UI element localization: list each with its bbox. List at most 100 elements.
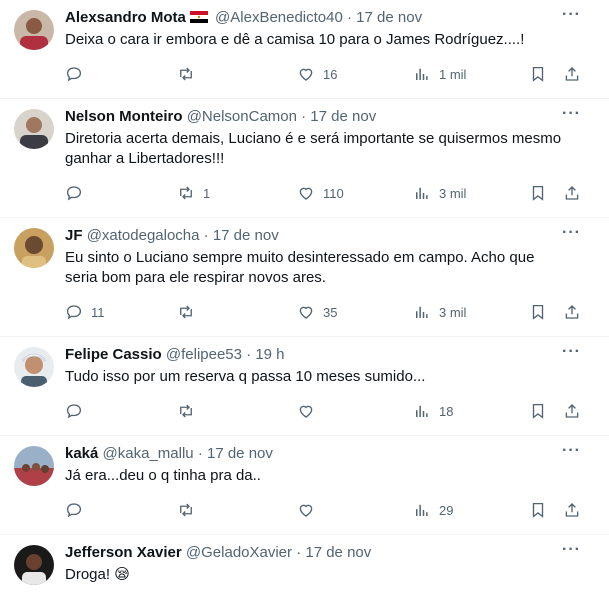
handle[interactable]: @AlexBenedicto40 <box>215 9 343 26</box>
reply-button[interactable]: 11 <box>65 302 105 322</box>
display-name[interactable]: Jefferson Xavier <box>65 544 182 561</box>
retweet-button[interactable]: 1 <box>177 183 210 203</box>
tweet-actions: 11 35 3 mil <box>65 302 581 322</box>
avatar[interactable] <box>14 10 54 50</box>
tweet-text: Droga! 😪 <box>65 566 130 583</box>
tweet-text: Eu sinto o Luciano sempre muito desinter… <box>65 249 535 286</box>
timestamp[interactable]: · 17 de nov <box>347 9 422 26</box>
tweet[interactable]: Jefferson Xavier @GeladoXavier · 17 de n… <box>0 535 609 594</box>
reply-button[interactable] <box>65 183 91 203</box>
heart-icon <box>299 306 313 319</box>
handle[interactable]: @felipee53 <box>166 346 242 363</box>
timestamp[interactable]: · 17 de nov <box>301 108 376 125</box>
like-button[interactable] <box>297 500 323 520</box>
bookmark-button[interactable] <box>529 64 547 84</box>
display-name[interactable]: Nelson Monteiro <box>65 108 183 125</box>
more-options-icon[interactable]: ··· <box>562 6 581 24</box>
share-button[interactable] <box>563 302 581 322</box>
more-options-icon[interactable]: ··· <box>562 343 581 361</box>
retweet-icon <box>180 186 192 200</box>
tweet[interactable]: JF @xatodegalocha · 17 de nov ··· Eu sin… <box>0 218 609 337</box>
retweet-count: 1 <box>203 185 211 201</box>
retweet-icon <box>180 67 192 81</box>
tweet-actions: 29 <box>65 500 581 520</box>
like-button[interactable]: 35 <box>297 302 337 322</box>
views-icon <box>416 306 428 318</box>
retweet-button[interactable] <box>177 302 203 322</box>
share-icon <box>565 503 579 517</box>
views-icon <box>416 405 428 417</box>
like-button[interactable]: 16 <box>297 64 337 84</box>
handle[interactable]: @xatodegalocha <box>87 227 200 244</box>
avatar[interactable] <box>14 228 54 268</box>
reply-button[interactable] <box>65 401 91 421</box>
views-button[interactable]: 3 mil <box>413 183 466 203</box>
handle[interactable]: @NelsonCamon <box>187 108 297 125</box>
more-options-icon[interactable]: ··· <box>562 541 581 559</box>
reply-feed: Alexsandro Mota @AlexBenedicto40 · 17 de… <box>0 0 609 594</box>
heart-icon <box>299 504 313 517</box>
timestamp[interactable]: · 17 de nov <box>204 227 279 244</box>
tweet[interactable]: Felipe Cassio @felipee53 · 19 h ··· Tudo… <box>0 337 609 436</box>
tweet[interactable]: kaká @kaka_mallu · 17 de nov ··· Já era.… <box>0 436 609 535</box>
more-options-icon[interactable]: ··· <box>562 442 581 460</box>
views-button[interactable]: 3 mil <box>413 302 466 322</box>
heart-icon <box>299 405 313 418</box>
tweet-header: Felipe Cassio @felipee53 · 19 h <box>65 345 285 365</box>
share-icon <box>565 404 579 418</box>
share-button[interactable] <box>563 500 581 520</box>
retweet-icon <box>180 404 192 418</box>
handle[interactable]: @GeladoXavier <box>186 544 292 561</box>
tweet-header: Nelson Monteiro @NelsonCamon · 17 de nov <box>65 107 376 127</box>
tweet[interactable]: Nelson Monteiro @NelsonCamon · 17 de nov… <box>0 99 609 218</box>
display-name[interactable]: kaká <box>65 445 98 462</box>
reply-button[interactable] <box>65 64 91 84</box>
bookmark-button[interactable] <box>529 401 547 421</box>
share-icon <box>565 305 579 319</box>
view-count: 3 mil <box>439 185 467 201</box>
bookmark-icon <box>532 403 544 419</box>
more-options-icon[interactable]: ··· <box>562 105 581 123</box>
reply-icon <box>66 305 82 320</box>
tweet-actions: 1 110 3 mil <box>65 183 581 203</box>
bookmark-icon <box>532 304 544 320</box>
share-icon <box>565 67 579 81</box>
bookmark-icon <box>532 66 544 82</box>
retweet-button[interactable] <box>177 500 203 520</box>
avatar[interactable] <box>14 109 54 149</box>
views-icon <box>416 187 428 199</box>
share-button[interactable] <box>563 401 581 421</box>
reply-icon <box>66 404 82 419</box>
reply-button[interactable] <box>65 500 91 520</box>
heart-icon <box>299 68 313 81</box>
display-name[interactable]: JF <box>65 227 83 244</box>
share-button[interactable] <box>563 183 581 203</box>
views-button[interactable]: 1 mil <box>413 64 466 84</box>
handle[interactable]: @kaka_mallu <box>103 445 194 462</box>
more-options-icon[interactable]: ··· <box>562 224 581 242</box>
retweet-button[interactable] <box>177 401 203 421</box>
timestamp[interactable]: · 17 de nov <box>198 445 273 462</box>
tweet-actions: 18 <box>65 401 581 421</box>
bookmark-button[interactable] <box>529 302 547 322</box>
view-count: 1 mil <box>439 66 467 82</box>
share-button[interactable] <box>563 64 581 84</box>
views-button[interactable]: 18 <box>413 401 453 421</box>
like-button[interactable]: 110 <box>297 183 344 203</box>
reply-count: 11 <box>91 304 105 320</box>
tweet[interactable]: Alexsandro Mota @AlexBenedicto40 · 17 de… <box>0 0 609 99</box>
tweet-text: Já era...deu o q tinha pra da.. <box>65 467 261 484</box>
display-name[interactable]: Felipe Cassio <box>65 346 162 363</box>
retweet-button[interactable] <box>177 64 203 84</box>
avatar[interactable] <box>14 446 54 486</box>
views-button[interactable]: 29 <box>413 500 453 520</box>
display-name[interactable]: Alexsandro Mota <box>65 9 186 26</box>
timestamp[interactable]: · 17 de nov <box>296 544 371 561</box>
like-button[interactable] <box>297 401 323 421</box>
reply-icon <box>66 186 82 201</box>
avatar[interactable] <box>14 545 54 585</box>
bookmark-button[interactable] <box>529 500 547 520</box>
timestamp[interactable]: · 19 h <box>246 346 284 363</box>
bookmark-button[interactable] <box>529 183 547 203</box>
avatar[interactable] <box>14 347 54 387</box>
